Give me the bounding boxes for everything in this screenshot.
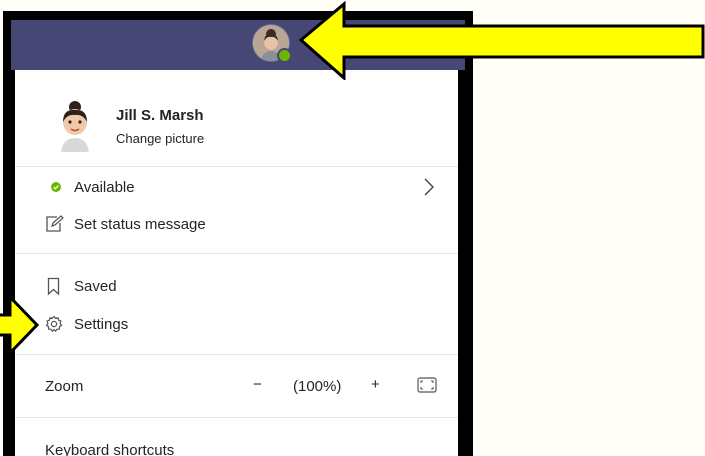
profile-picture[interactable]: [52, 98, 98, 152]
saved-item[interactable]: Saved: [74, 278, 117, 295]
set-status-message[interactable]: Set status message: [74, 216, 206, 233]
bookmark-icon: [47, 277, 60, 296]
divider: [15, 166, 458, 167]
yellow-arrow: [0, 295, 40, 355]
change-picture-link[interactable]: Change picture: [116, 131, 204, 146]
edit-status-icon: [46, 215, 64, 232]
divider: [15, 417, 458, 418]
zoom-in-button[interactable]: +: [371, 376, 380, 393]
status-available-icon: [51, 182, 61, 192]
status-available[interactable]: Available: [74, 179, 135, 196]
chevron-right-icon[interactable]: [423, 178, 435, 196]
fullscreen-icon[interactable]: [417, 377, 437, 393]
profile-menu-panel: Jill S. Marsh Change picture Available S…: [15, 70, 458, 456]
divider: [15, 253, 458, 254]
settings-item[interactable]: Settings: [74, 316, 128, 333]
zoom-label: Zoom: [45, 378, 84, 395]
divider: [15, 354, 458, 355]
keyboard-shortcuts-item[interactable]: Keyboard shortcuts: [45, 442, 174, 456]
yellow-arrow: [298, 0, 705, 80]
status-available-icon: [277, 48, 292, 63]
zoom-out-button[interactable]: −: [253, 376, 262, 393]
gear-icon: [45, 315, 63, 333]
zoom-level: (100%): [293, 378, 342, 395]
user-name: Jill S. Marsh: [116, 107, 204, 124]
